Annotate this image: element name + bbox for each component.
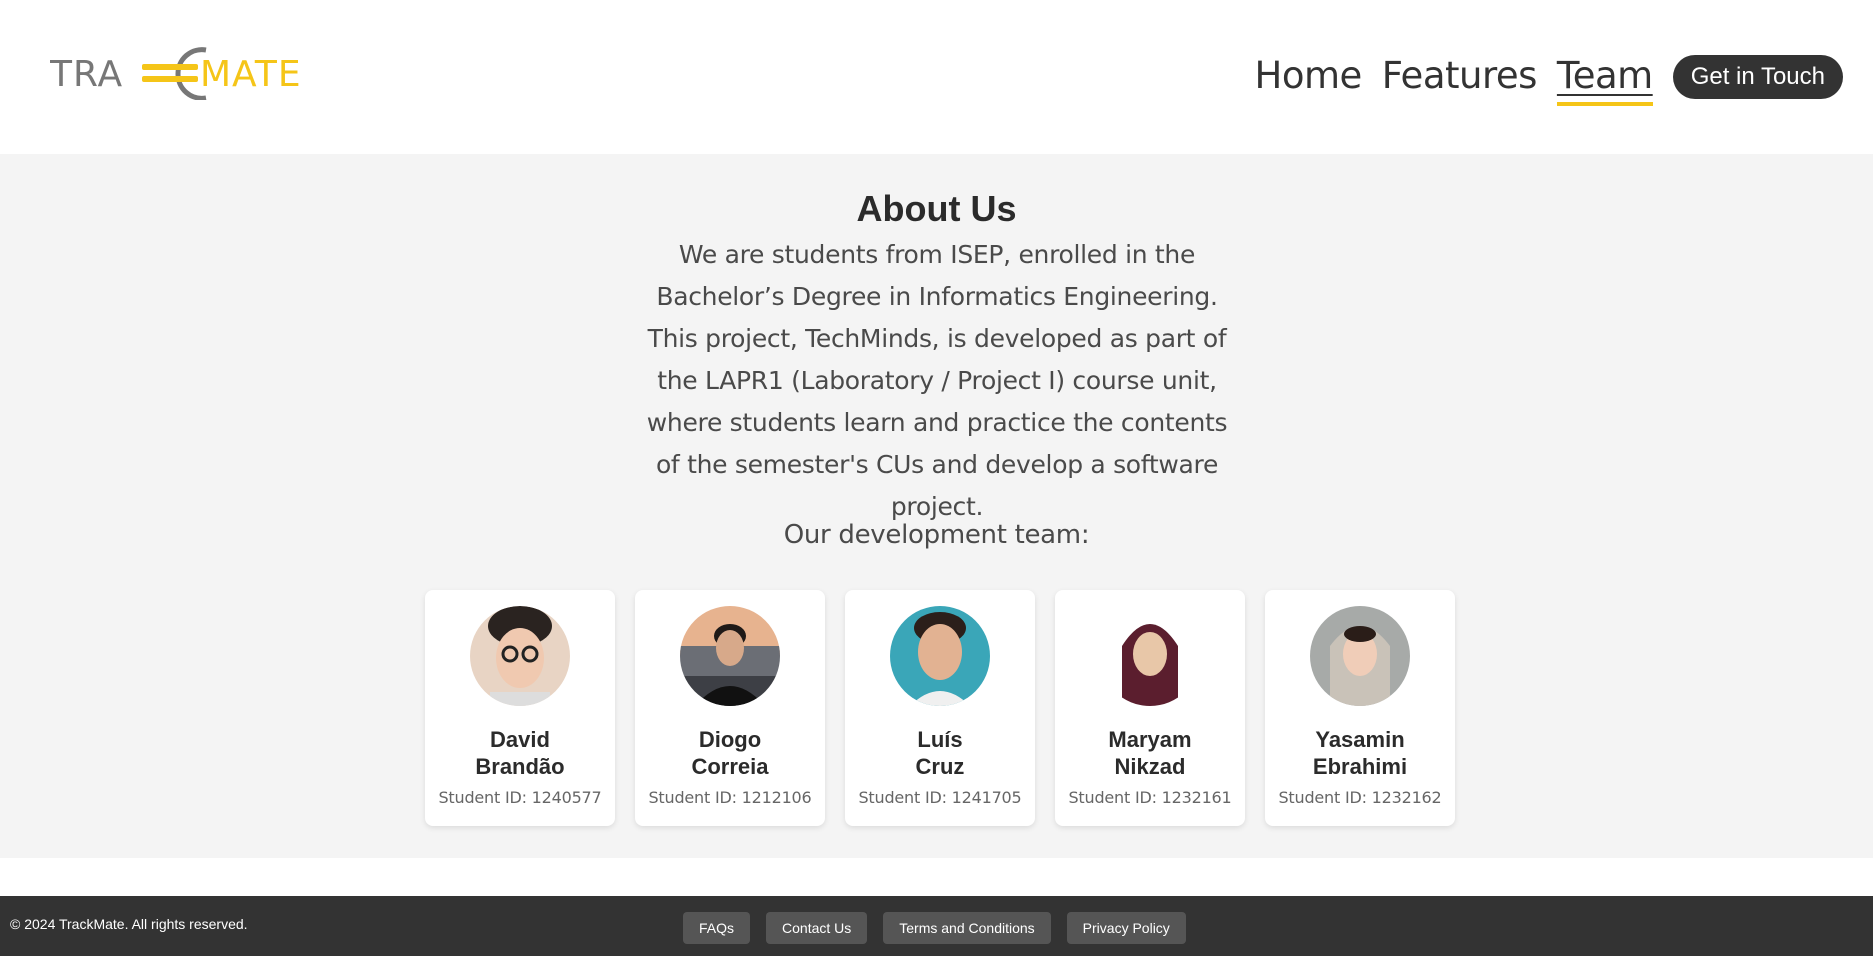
team-member-card: Yasamin Ebrahimi Student ID: 1232162 [1265, 590, 1455, 826]
avatar-luis [890, 606, 990, 706]
main-nav: Home Features Team Get in Touch [1235, 52, 1843, 102]
member-first-name: Diogo [698, 727, 762, 752]
member-first-name: David [490, 727, 550, 752]
member-last-name: Correia [691, 754, 769, 779]
team-member-card: Maryam Nikzad Student ID: 1232161 [1055, 590, 1245, 826]
nav-team[interactable]: Team [1557, 52, 1653, 102]
privacy-policy-link[interactable]: Privacy Policy [1066, 912, 1186, 944]
logo-text-right: MATE [200, 54, 302, 95]
member-name: Diogo Correia [635, 726, 825, 780]
team-label: Our development team: [783, 520, 1090, 550]
member-name: David Brandão [425, 726, 615, 780]
site-footer: © 2024 TrackMate. All rights reserved. F… [0, 896, 1873, 956]
terms-link[interactable]: Terms and Conditions [883, 912, 1051, 944]
faqs-link[interactable]: FAQs [683, 912, 751, 944]
team-member-card: David Brandão Student ID: 1240577 [425, 590, 615, 826]
avatar-yasamin [1310, 606, 1410, 706]
site-header: TRA MATE Home Features Team Get in Touch [0, 0, 1873, 154]
student-id: Student ID: 1232162 [1278, 788, 1442, 807]
about-description: We are students from ISEP, enrolled in t… [646, 240, 1228, 521]
student-id: Student ID: 1241705 [858, 788, 1022, 807]
team-member-card: Diogo Correia Student ID: 1212106 [635, 590, 825, 826]
team-cards: David Brandão Student ID: 1240577 Diogo … [425, 590, 1455, 826]
contact-us-link[interactable]: Contact Us [766, 912, 868, 944]
logo-text-left: TRA [50, 54, 123, 95]
student-id: Student ID: 1212106 [648, 788, 812, 807]
student-id: Student ID: 1240577 [438, 788, 602, 807]
member-name: Luís Cruz [845, 726, 1035, 780]
about-section: About Us We are students from ISEP, enro… [0, 154, 1873, 858]
trackmate-logo[interactable]: TRA MATE [49, 44, 320, 101]
member-name: Yasamin Ebrahimi [1265, 726, 1455, 780]
member-first-name: Luís [917, 727, 963, 752]
nav-features[interactable]: Features [1382, 52, 1538, 102]
member-last-name: Cruz [915, 754, 965, 779]
member-first-name: Yasamin [1315, 727, 1405, 752]
footer-links: FAQs Contact Us Terms and Conditions Pri… [683, 912, 1186, 944]
member-last-name: Ebrahimi [1312, 754, 1408, 779]
avatar-diogo [680, 606, 780, 706]
member-first-name: Maryam [1108, 727, 1192, 752]
avatar-david [470, 606, 570, 706]
member-last-name: Brandão [475, 754, 565, 779]
page-title: About Us [856, 188, 1017, 229]
avatar-maryam [1100, 606, 1200, 706]
member-last-name: Nikzad [1114, 754, 1186, 779]
copyright-text: © 2024 TrackMate. All rights reserved. [10, 916, 248, 932]
get-in-touch-button[interactable]: Get in Touch [1672, 55, 1843, 99]
team-member-card: Luís Cruz Student ID: 1241705 [845, 590, 1035, 826]
logo-graphic: TRA MATE [49, 47, 302, 101]
nav-home[interactable]: Home [1255, 52, 1363, 102]
student-id: Student ID: 1232161 [1068, 788, 1232, 807]
member-name: Maryam Nikzad [1055, 726, 1245, 780]
